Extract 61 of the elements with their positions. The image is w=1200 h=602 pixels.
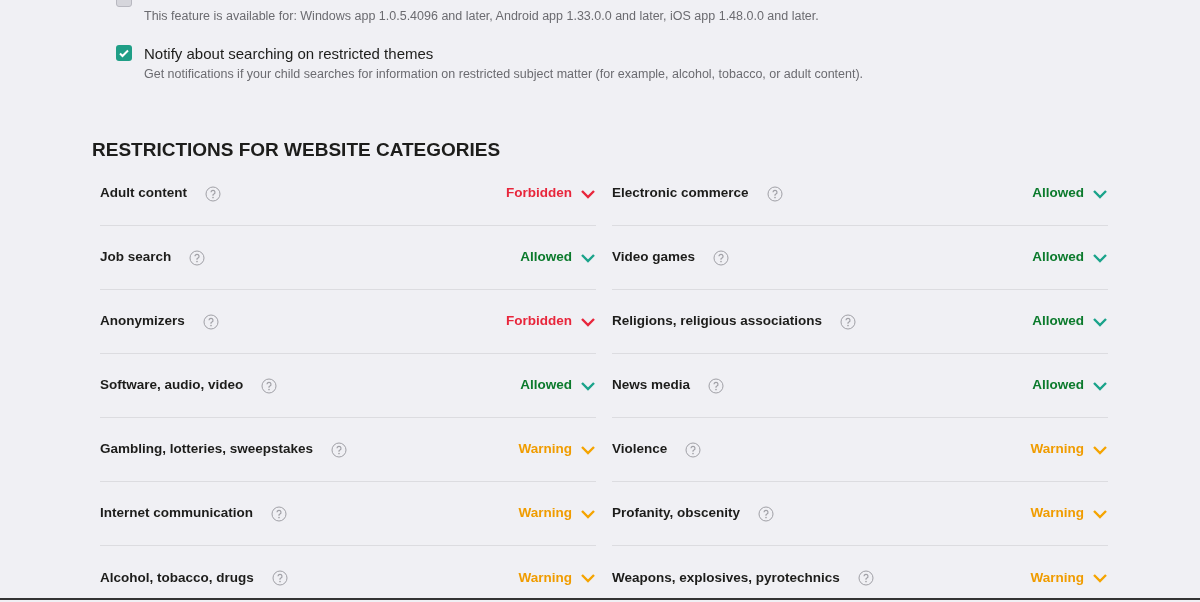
help-icon[interactable]: [708, 377, 725, 394]
status-dropdown[interactable]: Allowed: [1032, 375, 1108, 396]
chevron-icon: [580, 188, 596, 199]
chevron-icon: [580, 444, 596, 455]
option-description: This feature is available for: Windows app 1.0.5.4096 and later, Android app 1.33.0.0 and later, iOS app 1.48.0.0 and later.: [144, 8, 819, 25]
status-dropdown[interactable]: Warning: [1030, 567, 1108, 589]
help-icon[interactable]: [758, 505, 775, 522]
section-title: RESTRICTIONS FOR WEBSITE CATEGORIES: [92, 138, 502, 162]
status-dropdown[interactable]: Allowed: [520, 375, 596, 396]
chevron-icon: [1092, 444, 1108, 455]
help-icon[interactable]: [261, 377, 278, 394]
chevron-icon: [1092, 252, 1108, 263]
help-icon[interactable]: [331, 441, 348, 458]
chevron-icon: [1092, 573, 1108, 583]
category-name: Adult content: [100, 184, 187, 203]
chevron-icon: [1092, 508, 1108, 519]
chevron-icon: [1092, 380, 1108, 391]
category-name: Weapons, explosives, pyrotechnics: [612, 568, 840, 587]
status-dropdown[interactable]: Allowed: [1032, 311, 1108, 332]
help-icon[interactable]: [713, 249, 730, 266]
chevron-icon: [580, 316, 596, 327]
chevron-icon: [580, 252, 596, 263]
chevron-icon: [580, 508, 596, 519]
status-dropdown[interactable]: Allowed: [1032, 183, 1108, 204]
chevron-icon: [1092, 316, 1108, 327]
category-name: Electronic commerce: [612, 184, 749, 203]
category-name: Software, audio, video: [100, 376, 244, 395]
category-name: Religions, religious associations: [612, 312, 823, 331]
category-name: Alcohol, tobacco, drugs: [100, 568, 254, 587]
help-icon[interactable]: [202, 313, 219, 330]
chevron-icon: [580, 573, 596, 583]
status-dropdown[interactable]: Allowed: [1032, 247, 1108, 268]
status-dropdown[interactable]: Forbidden: [506, 183, 596, 204]
category-name: Violence: [612, 440, 668, 459]
category-name: Internet communication: [100, 504, 253, 523]
chevron-icon: [580, 380, 596, 391]
category-name: Gambling, lotteries, sweepstakes: [100, 440, 314, 459]
category-name: Job search: [100, 248, 172, 267]
help-icon[interactable]: [840, 313, 857, 330]
status-dropdown[interactable]: Forbidden: [506, 311, 596, 332]
checkbox[interactable]: [116, 45, 132, 61]
status-dropdown[interactable]: Warning: [518, 567, 596, 589]
chevron-icon: [1092, 188, 1108, 199]
category-name: Profanity, obscenity: [612, 504, 741, 523]
category-name: Video games: [612, 248, 696, 267]
status-dropdown[interactable]: Warning: [1030, 503, 1108, 524]
status-dropdown[interactable]: Warning: [518, 439, 596, 460]
help-icon[interactable]: [205, 185, 221, 202]
option-description: Get notifications if your child searches for information on restricted subject matter (for example, alcohol, tobacco, or adult content).: [144, 66, 864, 83]
help-icon[interactable]: [766, 185, 783, 202]
help-icon[interactable]: [685, 441, 702, 458]
option-label: Notify about searching on restricted themes: [144, 44, 435, 64]
help-icon[interactable]: [857, 570, 874, 586]
status-dropdown[interactable]: Warning: [1030, 439, 1108, 460]
help-icon[interactable]: [271, 570, 288, 586]
category-name: News media: [612, 376, 691, 395]
category-name: Anonymizers: [100, 312, 185, 331]
status-dropdown[interactable]: Allowed: [520, 247, 596, 268]
status-dropdown[interactable]: Warning: [518, 503, 596, 524]
help-icon[interactable]: [189, 249, 206, 266]
help-icon[interactable]: [271, 505, 287, 522]
